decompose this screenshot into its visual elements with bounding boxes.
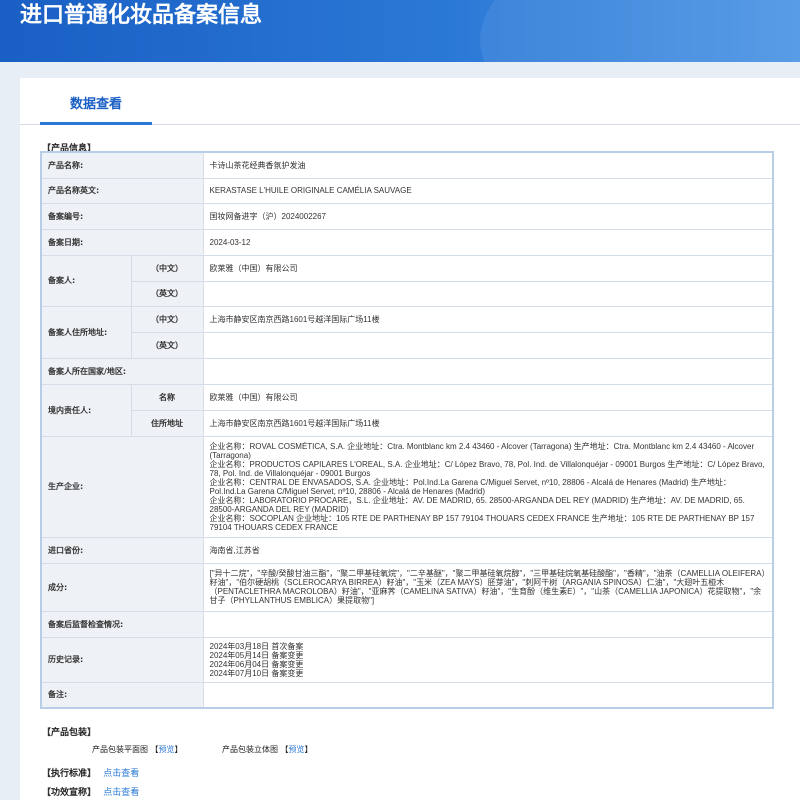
- packaging-solid-preview-link[interactable]: 预览: [289, 745, 305, 754]
- history-value: 2024年03月18日 首次备案 2024年05月14日 备案变更 2024年0…: [202, 636, 774, 683]
- registrant-addr-en-label: （英文）: [130, 331, 204, 359]
- product-name-value: 卡诗山茶花经典香氛护发油: [202, 151, 774, 179]
- registrant-addr-en-value: [202, 331, 774, 359]
- row-history: 历史记录: 2024年03月18日 首次备案 2024年05月14日 备案变更 …: [40, 636, 774, 683]
- remark-value: [202, 681, 774, 709]
- country-value: [202, 357, 774, 385]
- row-registrant-addr-en: （英文）: [41, 331, 774, 359]
- domestic-label: 境内责任人:: [40, 383, 132, 437]
- reg-date-value: 2024-03-12: [202, 228, 774, 256]
- producer-entry: 企业名称：SOCOPLAN 企业地址：105 RTE DE PARTHENAY …: [209, 513, 755, 532]
- row-reg-no: 备案编号: 国妆网备进字（沪）2024002267: [40, 202, 774, 230]
- registrant-cn-label: （中文）: [130, 254, 204, 282]
- row-ingredients: 成分: ["异十二烷"，"辛酸/癸酸甘油三酯"，"聚二甲基硅氧烷"，"二辛基醚"…: [40, 562, 774, 612]
- remark-label: 备注:: [40, 681, 204, 709]
- producer-entry: 企业名称：CENTRAL DE ENVASADOS, S.A. 企业地址：Pol…: [209, 477, 731, 496]
- packaging-flat-preview-link[interactable]: 预览: [159, 745, 175, 754]
- row-registrant-en: （英文）: [41, 280, 774, 307]
- producer-value: 企业名称：ROVAL COSMÉTICA, S.A. 企业地址：Ctra. Mo…: [202, 435, 774, 538]
- standard-row: 【执行标准】 点击查看: [42, 769, 140, 779]
- row-reg-date: 备案日期: 2024-03-12: [40, 228, 774, 256]
- history-entry: 2024年05月14日 备案变更: [209, 650, 304, 660]
- row-registrant-addr-cn: 备案人住所地址: （中文） 上海市静安区南京西路1601号越洋国际广场11楼: [40, 305, 774, 359]
- row-country: 备案人所在国家/地区:: [40, 357, 774, 385]
- row-province: 进口省份: 海南省,江苏省: [40, 536, 774, 564]
- efficacy-view-link[interactable]: 点击查看: [103, 788, 139, 798]
- province-label: 进口省份:: [40, 536, 204, 564]
- domestic-name-label: 名称: [130, 383, 204, 411]
- registrant-en-label: （英文）: [130, 280, 204, 307]
- row-inspection: 备案后监督检查情况:: [40, 610, 774, 638]
- country-label: 备案人所在国家/地区:: [40, 357, 204, 385]
- efficacy-row: 【功效宣称】 点击查看: [42, 788, 140, 798]
- producer-entry: 企业名称：PRODUCTOS CAPILARES L'OREAL, S.A. 企…: [209, 459, 765, 478]
- row-domestic-addr: 住所地址 上海市静安区南京西路1601号越洋国际广场11楼: [41, 409, 774, 437]
- ingredients-label: 成分:: [40, 562, 204, 612]
- packaging-solid-label: 产品包装立体图: [222, 745, 278, 754]
- registrant-label: 备案人:: [40, 254, 132, 307]
- history-entry: 2024年07月10日 备案变更: [209, 668, 304, 678]
- page-title: 进口普通化妆品备案信息: [20, 3, 263, 28]
- header-banner: 进口普通化妆品备案信息: [0, 0, 800, 62]
- inspection-label: 备案后监督检查情况:: [40, 610, 204, 638]
- inspection-value: [202, 610, 774, 638]
- product-info-table: 产品名称: 卡诗山茶花经典香氛护发油 产品名称英文: KERASTASE L'H…: [40, 151, 774, 709]
- tab-active-indicator: [40, 122, 152, 125]
- reg-date-label: 备案日期:: [40, 228, 204, 256]
- producer-entry: 企业名称：LABORATORIO PROCARE，S.L. 企业地址：AV. D…: [209, 495, 745, 514]
- reg-no-value: 国妆网备进字（沪）2024002267: [202, 202, 774, 230]
- standard-heading: 执行标准: [51, 769, 88, 779]
- registrant-addr-label: 备案人住所地址:: [40, 305, 132, 359]
- registrant-en-value: [202, 280, 774, 307]
- domestic-addr-label: 住所地址: [130, 409, 204, 437]
- domestic-addr-value: 上海市静安区南京西路1601号越洋国际广场11楼: [202, 409, 774, 437]
- province-value: 海南省,江苏省: [202, 536, 774, 564]
- standard-view-link[interactable]: 点击查看: [103, 769, 139, 779]
- efficacy-heading: 功效宣称: [51, 788, 88, 798]
- packaging-solid: 产品包装立体图 【预览】: [222, 745, 313, 754]
- ingredients-value: ["异十二烷"，"辛酸/癸酸甘油三酯"，"聚二甲基硅氧烷"，"二辛基醚"，"聚二…: [202, 562, 774, 612]
- domestic-name-value: 欧莱雅（中国）有限公司: [202, 383, 774, 411]
- packaging-heading: 【产品包装】: [42, 728, 97, 738]
- row-remark: 备注:: [40, 681, 774, 709]
- row-registrant-cn: 备案人: （中文） 欧莱雅（中国）有限公司: [40, 254, 774, 307]
- producer-label: 生产企业:: [40, 435, 204, 538]
- product-name-label: 产品名称:: [40, 151, 204, 179]
- content-card: 数据查看 【产品信息】 产品名称: 卡诗山茶花经典香氛护发油 产品名称英文: K…: [20, 78, 800, 800]
- packaging-flat: 产品包装平面图 【预览】: [92, 745, 183, 754]
- row-producer: 生产企业: 企业名称：ROVAL COSMÉTICA, S.A. 企业地址：Ct…: [40, 435, 774, 538]
- packaging-flat-label: 产品包装平面图: [92, 745, 148, 754]
- history-label: 历史记录:: [40, 636, 204, 683]
- row-product-name-en: 产品名称英文: KERASTASE L'HUILE ORIGINALE CAMÉ…: [40, 177, 774, 204]
- registrant-addr-cn-value: 上海市静安区南京西路1601号越洋国际广场11楼: [202, 305, 774, 333]
- registrant-cn-value: 欧莱雅（中国）有限公司: [202, 254, 774, 282]
- row-product-name: 产品名称: 卡诗山茶花经典香氛护发油: [40, 151, 774, 179]
- producer-entry: 企业名称：ROVAL COSMÉTICA, S.A. 企业地址：Ctra. Mo…: [209, 441, 755, 460]
- history-entry: 2024年06月04日 备案变更: [209, 659, 304, 669]
- registrant-addr-cn-label: （中文）: [130, 305, 204, 333]
- product-name-en-value: KERASTASE L'HUILE ORIGINALE CAMÉLIA SAUV…: [202, 177, 774, 204]
- reg-no-label: 备案编号:: [40, 202, 204, 230]
- history-entry: 2024年03月18日 首次备案: [209, 641, 304, 651]
- product-name-en-label: 产品名称英文:: [40, 177, 204, 204]
- row-domestic-name: 境内责任人: 名称 欧莱雅（中国）有限公司: [40, 383, 774, 437]
